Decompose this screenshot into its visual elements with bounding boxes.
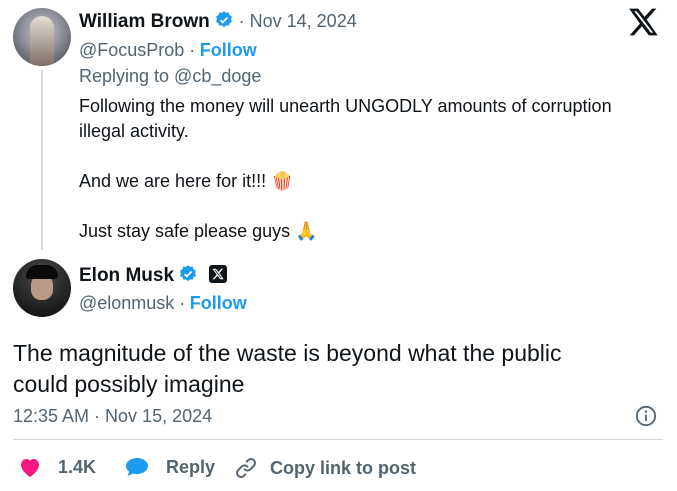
- author-name[interactable]: Elon Musk: [79, 265, 174, 286]
- tweet-timestamp[interactable]: 12:35 AM · Nov 15, 2024: [13, 406, 212, 427]
- tweet-date[interactable]: · Nov 14, 2024: [239, 11, 357, 31]
- thread-connector-line: [41, 70, 43, 250]
- main-tweet-header: Elon Musk: [79, 264, 227, 287]
- link-icon: [236, 458, 256, 478]
- follow-button[interactable]: Follow: [200, 40, 257, 60]
- follow-button[interactable]: Follow: [190, 293, 247, 313]
- avatar-elon-musk[interactable]: [13, 259, 71, 317]
- copy-link-button[interactable]: Copy link to post: [234, 456, 416, 480]
- tweet-line: could possibly imagine: [13, 371, 245, 397]
- parent-tweet-header: William Brown · Nov 14, 2024: [79, 10, 357, 33]
- avatar-william-brown[interactable]: [13, 8, 71, 66]
- like-count: 1.4K: [58, 456, 97, 477]
- main-handle-row: @elonmusk · Follow: [79, 293, 247, 314]
- info-icon[interactable]: [635, 405, 657, 427]
- parent-tweet-body: Following the money will unearth UNGODLY…: [79, 94, 659, 244]
- author-handle[interactable]: @elonmusk ·: [79, 293, 185, 313]
- tweet-line: Just stay safe please guys 🙏: [79, 221, 318, 241]
- parent-handle-row: @FocusProb · Follow: [79, 40, 257, 61]
- reply-bubble-icon: [126, 458, 148, 476]
- like-button[interactable]: 1.4K: [18, 456, 96, 478]
- replying-to: Replying to @cb_doge: [79, 66, 262, 86]
- author-name[interactable]: William Brown: [79, 11, 210, 32]
- reply-label: Reply: [166, 456, 216, 477]
- tweet-line: The magnitude of the waste is beyond wha…: [13, 340, 562, 366]
- tweet-line: Following the money will unearth UNGODLY…: [79, 96, 612, 116]
- x-logo-icon[interactable]: [627, 6, 659, 38]
- tweet-line: illegal activity.: [79, 121, 189, 141]
- author-handle[interactable]: @FocusProb ·: [79, 40, 195, 60]
- heart-icon: [21, 459, 39, 477]
- reply-button[interactable]: Reply: [124, 456, 215, 478]
- copy-link-label: Copy link to post: [270, 457, 416, 478]
- main-tweet-body: The magnitude of the waste is beyond wha…: [13, 338, 663, 400]
- verified-badge-icon: [216, 11, 233, 28]
- x-affiliate-badge-icon: [208, 265, 227, 283]
- tweet-line: And we are here for it!!! 🍿: [79, 171, 294, 191]
- verified-badge-icon: [180, 265, 197, 282]
- divider: [13, 439, 663, 440]
